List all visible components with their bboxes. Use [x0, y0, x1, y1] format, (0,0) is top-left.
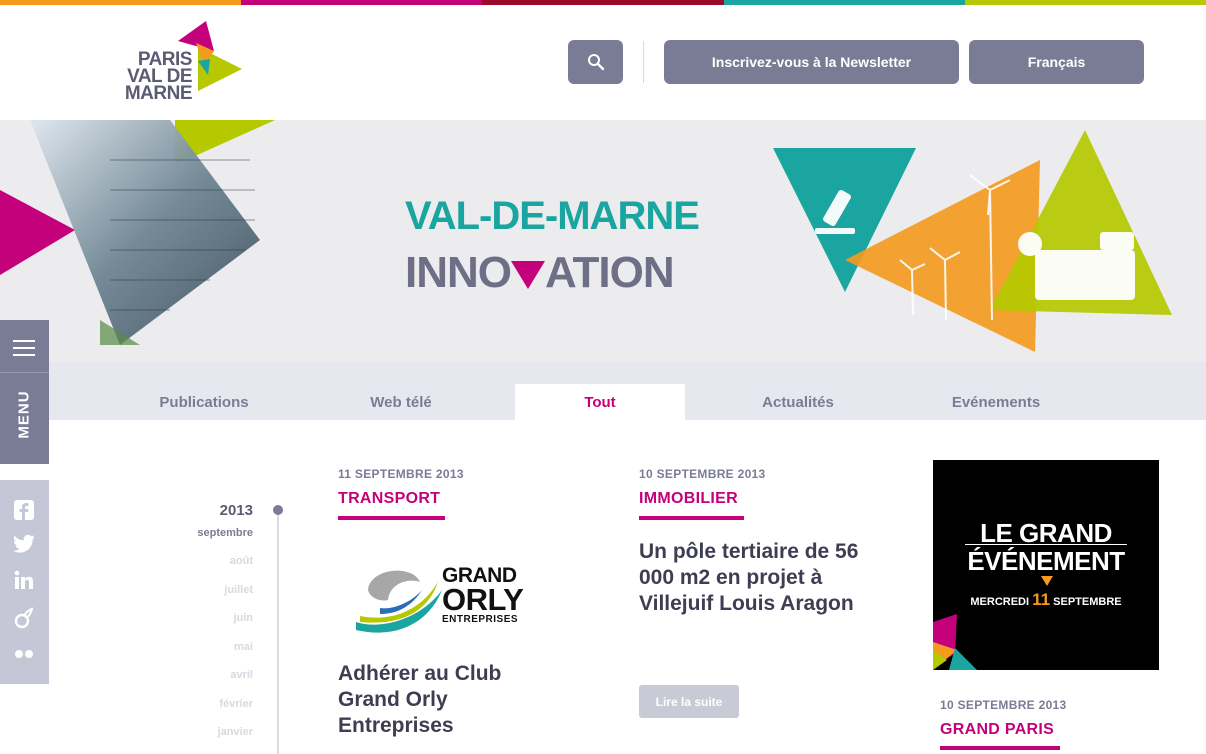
article-date: 11 SEPTEMBRE 2013 [338, 467, 464, 481]
article-date: 10 SEPTEMBRE 2013 [940, 698, 1067, 712]
event-promo[interactable]: LE GRAND ÉVÉNEMENT MERCREDI 11 SEPTEMBRE [933, 460, 1159, 670]
language-button[interactable]: Français [969, 40, 1144, 84]
grand-orly-logo[interactable]: GRAND ORLY ENTREPRISES [350, 560, 550, 645]
timeline-month[interactable]: septembre [150, 527, 253, 539]
search-icon [587, 54, 604, 71]
tab-publications[interactable]: Publications [119, 384, 289, 420]
newsletter-button[interactable]: Inscrivez-vous à la Newsletter [664, 40, 959, 84]
menu-toggle[interactable]: MENU [0, 320, 49, 464]
article-category[interactable]: TRANSPORT [338, 490, 440, 508]
search-button[interactable] [568, 40, 623, 84]
category-underline [940, 746, 1060, 750]
v-triangle-icon [511, 261, 545, 289]
header: PARIS VAL DE MARNE Inscrivez-vous à la N… [0, 5, 1206, 120]
flickr-icon[interactable] [12, 642, 36, 666]
tab-evenements[interactable]: Evénements [911, 384, 1081, 420]
tab-web-tele[interactable]: Web télé [316, 384, 486, 420]
banner-graphics [0, 120, 1172, 352]
event-date: MERCREDI 11 SEPTEMBRE [970, 590, 1122, 609]
event-corner-shapes [933, 614, 977, 670]
viadeo-icon[interactable] [12, 606, 36, 630]
timeline-month[interactable]: janvier [150, 726, 253, 738]
timeline-year[interactable]: 2013 [193, 502, 253, 519]
article-title[interactable]: Un pôle tertiaire de 56 000 m2 en projet… [639, 539, 879, 617]
tab-actualites[interactable]: Actualités [713, 384, 883, 420]
event-rule [965, 544, 1127, 545]
hero-banner: VAL-DE-MARNE INNO ATION [0, 120, 1206, 362]
logo[interactable]: PARIS VAL DE MARNE [58, 21, 248, 104]
article-title[interactable]: Adhérer au Club Grand Orly Entreprises [338, 661, 568, 739]
content-tabs: Publications Web télé Tout Actualités Ev… [49, 362, 1206, 420]
logo-text: PARIS VAL DE MARNE [124, 49, 193, 104]
social-bar [0, 480, 49, 684]
article-category[interactable]: IMMOBILIER [639, 490, 738, 508]
timeline-month[interactable]: juillet [150, 584, 253, 596]
hamburger-icon [13, 340, 35, 356]
menu-divider [0, 372, 49, 373]
twitter-icon[interactable] [12, 532, 36, 556]
linkedin-icon[interactable] [12, 568, 36, 592]
event-line2: ÉVÉNEMENT [967, 546, 1125, 576]
article-date: 10 SEPTEMBRE 2013 [639, 467, 766, 481]
category-underline [639, 516, 744, 520]
timeline-month[interactable]: avril [150, 669, 253, 681]
timeline-line [277, 512, 279, 754]
tab-tout[interactable]: Tout [515, 384, 685, 420]
timeline-month[interactable]: juin [150, 612, 253, 624]
grand-orly-logo-text: GRAND ORLY ENTREPRISES [442, 564, 524, 625]
event-arrow-icon [1041, 576, 1053, 586]
timeline-month[interactable]: août [150, 555, 253, 567]
timeline-month[interactable]: mai [150, 641, 253, 653]
banner-title-line2: INNO ATION [405, 248, 675, 297]
facebook-icon[interactable] [12, 498, 36, 522]
timeline-dot [273, 505, 283, 515]
category-underline [338, 516, 445, 520]
header-divider [643, 41, 644, 83]
menu-label: MENU [15, 390, 33, 439]
read-more-button[interactable]: Lire la suite [639, 685, 739, 718]
banner-title-line1: VAL-DE-MARNE [405, 194, 700, 238]
timeline-month[interactable]: février [150, 698, 253, 710]
grand-orly-logo-mark [356, 570, 442, 633]
article-category[interactable]: GRAND PARIS [940, 721, 1054, 739]
